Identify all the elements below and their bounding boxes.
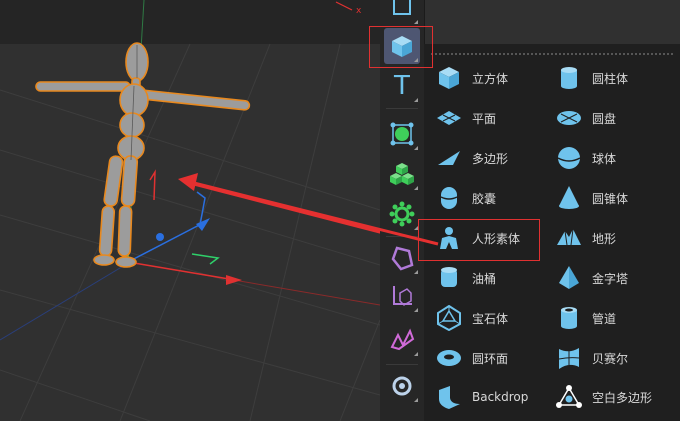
cube-icon <box>432 61 466 95</box>
cone-icon <box>552 181 586 215</box>
figure-icon <box>432 221 466 255</box>
menu-item-label: 球体 <box>592 151 617 166</box>
oil-tank-icon <box>432 261 466 295</box>
menu-item-label: 空白多边形 <box>592 390 653 405</box>
landscape-icon <box>552 221 586 255</box>
polygon-icon <box>432 141 466 175</box>
menu-item-label: 人形素体 <box>472 231 521 246</box>
menu-item-bezier[interactable]: 贝赛尔 <box>552 341 670 375</box>
menu-item-label: Backdrop <box>472 390 529 404</box>
generator-icon[interactable] <box>384 116 420 152</box>
axis-icon[interactable] <box>384 278 420 314</box>
plane-outline-icon[interactable] <box>384 0 420 26</box>
platonic-icon <box>432 301 466 335</box>
menu-item-label: 宝石体 <box>472 311 509 326</box>
menu-item-label: 贝赛尔 <box>592 351 629 366</box>
empty-polygon-icon <box>552 380 586 414</box>
menu-item-label: 圆环面 <box>472 351 509 366</box>
backdrop-icon <box>432 380 466 414</box>
menu-item-label: 地形 <box>592 231 617 246</box>
menu-item-torus[interactable]: 圆环面 <box>432 341 550 375</box>
menu-item-sphere[interactable]: 球体 <box>552 141 670 175</box>
menu-item-polygon[interactable]: 多边形 <box>432 141 550 175</box>
gear-cluster-icon[interactable] <box>384 196 420 232</box>
torus-icon <box>432 341 466 375</box>
svg-text:x: x <box>356 6 362 16</box>
menu-item-plane[interactable]: 平面 <box>432 101 550 135</box>
spline-icon[interactable] <box>384 322 420 358</box>
menu-item-oil-tank[interactable]: 油桶 <box>432 261 550 295</box>
figure-model <box>35 42 251 268</box>
menu-item-label: 管道 <box>592 311 617 326</box>
cubes-icon[interactable] <box>384 156 420 192</box>
pyramid-icon <box>552 261 586 295</box>
tube-icon <box>552 301 586 335</box>
viewport-scene: x <box>0 0 380 421</box>
light-icon[interactable] <box>384 368 420 404</box>
capsule-icon <box>432 181 466 215</box>
menu-item-platonic[interactable]: 宝石体 <box>432 301 550 335</box>
menu-item-label: 胶囊 <box>472 191 497 206</box>
menu-item-capsule[interactable]: 胶囊 <box>432 181 550 215</box>
bezier-icon <box>552 341 586 375</box>
sphere-icon <box>552 141 586 175</box>
text-icon[interactable]: T <box>384 68 420 104</box>
menu-item-cube[interactable]: 立方体 <box>432 61 550 95</box>
menu-item-tube[interactable]: 管道 <box>552 301 670 335</box>
cylinder-icon <box>552 61 586 95</box>
object-toolbar: T <box>380 0 425 421</box>
cube-icon[interactable] <box>384 28 420 64</box>
menu-item-label: 油桶 <box>472 271 497 286</box>
menu-item-pyramid[interactable]: 金字塔 <box>552 261 670 295</box>
menu-item-cylinder[interactable]: 圆柱体 <box>552 61 670 95</box>
deformer-icon[interactable] <box>384 240 420 276</box>
menu-item-label: 多边形 <box>472 151 509 166</box>
menu-item-label: 圆锥体 <box>592 191 629 206</box>
menu-drag-handle[interactable] <box>430 52 674 56</box>
menu-item-label: 立方体 <box>472 71 509 86</box>
menu-item-cone[interactable]: 圆锥体 <box>552 181 670 215</box>
menu-item-disc[interactable]: 圆盘 <box>552 101 670 135</box>
menu-item-figure[interactable]: 人形素体 <box>432 221 550 255</box>
menu-item-label: 圆柱体 <box>592 71 629 86</box>
menu-item-landscape[interactable]: 地形 <box>552 221 670 255</box>
menu-item-backdrop[interactable]: Backdrop <box>432 380 550 414</box>
menu-item-label: 圆盘 <box>592 111 617 126</box>
primitives-menu: 立方体 圆柱体 平面 圆盘 多边形 球体 胶囊 圆锥体 人形素体 地形 油桶 金… <box>424 44 680 421</box>
menu-item-label: 平面 <box>472 111 497 126</box>
menu-item-empty-polygon[interactable]: 空白多边形 <box>552 380 670 414</box>
menu-item-label: 金字塔 <box>592 271 629 286</box>
plane-icon <box>432 101 466 135</box>
disc-icon <box>552 101 586 135</box>
text-tool-label: T <box>394 71 410 101</box>
